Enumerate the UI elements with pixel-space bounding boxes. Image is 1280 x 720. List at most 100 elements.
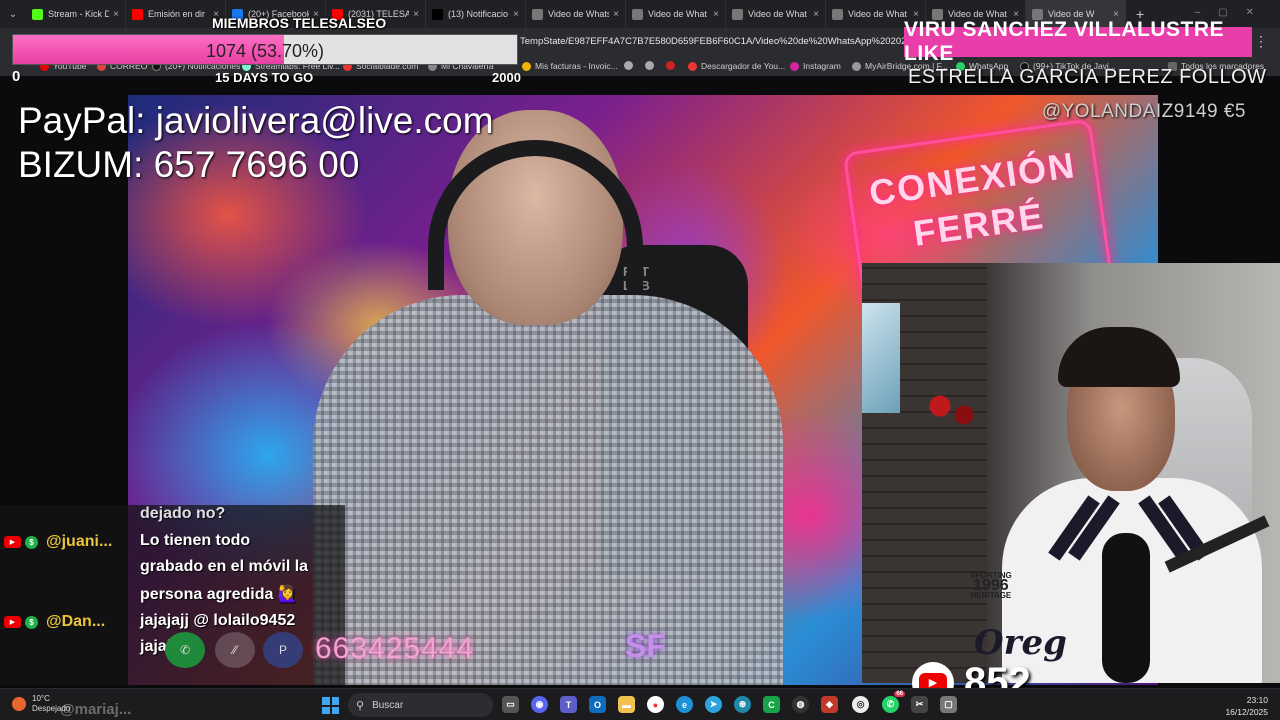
globe-icon <box>645 61 654 70</box>
globe-icon <box>632 8 643 20</box>
monitor <box>862 303 900 413</box>
platform-icon: $ <box>25 615 38 629</box>
globe-icon <box>732 8 743 20</box>
close-icon[interactable]: × <box>813 9 819 20</box>
screen: ⌄ Stream - Kick D × Emisión en dir × (20+) F… <box>0 0 1280 720</box>
cloud-icon <box>852 61 861 71</box>
like-alert: VIRU SANCHEZ VILLALUSTRE LIKE <box>904 18 1252 65</box>
chat-message-line: grabado en el móvil la <box>140 558 309 575</box>
chat-message-line: dejado no? <box>140 505 226 522</box>
windows-start-icon[interactable] <box>322 697 339 714</box>
weather-icon <box>12 697 26 711</box>
whatsapp-taskbar-icon[interactable]: ✆ 66 <box>882 691 905 713</box>
browser-tab[interactable]: Video de What × <box>626 0 726 28</box>
url-text[interactable]: TempState/E987EFF4A7C7B7E580D659FEB6F60C… <box>520 36 929 47</box>
search-icon: ⚲ <box>356 699 365 712</box>
taskbar-search[interactable]: ⚲ Buscar <box>348 693 493 717</box>
webcam-feed: SPORTING 1996 HERITAGE Oreg <box>862 263 1280 683</box>
app-icon[interactable]: ⊛ <box>734 696 751 713</box>
browser-tab[interactable]: Emisión en dir × <box>126 0 226 28</box>
bookmark-descargador[interactable]: Descargador de You... <box>688 61 785 71</box>
teams-icon[interactable]: T <box>560 696 577 713</box>
globe-icon <box>624 61 633 70</box>
goal-days-left: 15 DAYS TO GO <box>215 70 314 85</box>
goal-min: 0 <box>12 68 21 85</box>
bookmark-facturas[interactable]: Mis facturas - Invoic... <box>522 61 618 71</box>
tab-label: Stream - Kick D <box>48 9 110 19</box>
close-icon[interactable]: × <box>613 9 619 20</box>
youtube-icon <box>132 8 143 20</box>
snipping-tool-icon[interactable]: ✂ <box>911 696 928 713</box>
task-view-icon[interactable]: ▭ <box>502 696 519 713</box>
payment-strip: ✆ ⁄⁄ P 663425444 SF <box>160 618 860 678</box>
youtube-icon: ▶ <box>4 536 21 548</box>
close-icon[interactable]: × <box>413 9 419 20</box>
youtube-icon: ▶ <box>4 616 21 628</box>
invoice-icon <box>522 61 531 71</box>
obs-icon[interactable]: ◍ <box>792 696 809 713</box>
globe-icon <box>832 8 843 20</box>
goal-max: 2000 <box>492 70 521 85</box>
notification-badge: 66 <box>894 691 905 697</box>
instagram-icon <box>790 61 799 71</box>
tab-label: Emisión en dir <box>148 9 206 19</box>
phone-number: 663425444 <box>315 632 475 665</box>
microphone <box>1102 533 1150 683</box>
telegram-icon[interactable]: ➤ <box>705 696 722 713</box>
donation-alert: @YOLANDAIZ9149 €5 <box>1041 101 1246 122</box>
app-window-icon[interactable]: ▢ <box>940 696 957 713</box>
close-icon[interactable]: × <box>713 9 719 20</box>
camtasia-icon[interactable]: C <box>763 696 780 713</box>
paypal-icon: P <box>263 632 303 668</box>
bookmark-red[interactable] <box>666 61 679 70</box>
bizum-icon: ⁄⁄ <box>215 632 255 668</box>
chat-message-line: Lo tienen todo <box>140 532 251 549</box>
chat-message-line: persona agredida 🙋‍♀️ <box>140 586 298 603</box>
taskbar: 10°C Despejado @mariaj... ⚲ Buscar ▭ ◉ T… <box>0 688 1280 720</box>
follow-alert: ESTRELLA GARCIA PEREZ FOLLOW <box>908 66 1267 88</box>
sf-logo: SF <box>625 628 666 664</box>
chat-user: ▶ $ @Dan... <box>4 613 105 631</box>
app-red-icon[interactable]: ◆ <box>821 696 838 713</box>
chat-user: ▶ $ @juani... <box>4 533 112 551</box>
close-icon[interactable]: × <box>513 9 519 20</box>
app-circle-icon[interactable]: ◎ <box>852 696 869 713</box>
x-icon <box>432 8 443 20</box>
tab-label: Video de What <box>748 9 807 19</box>
download-icon <box>688 61 697 71</box>
shirt-logo-text: Oreg <box>974 623 1067 663</box>
bookmark-instagram[interactable]: Instagram <box>790 61 841 71</box>
tab-label: Video de What <box>648 9 707 19</box>
globe-icon <box>532 8 543 20</box>
bizum-text: BIZUM: 657 7696 00 <box>18 144 360 185</box>
edge-icon[interactable]: e <box>676 696 693 713</box>
platform-icon: $ <box>25 535 38 549</box>
browser-tab[interactable]: Video de What × <box>726 0 826 28</box>
bookmark-globe-2[interactable] <box>645 61 658 70</box>
shirt-text: SPORTING 1996 HERITAGE <box>970 571 1012 600</box>
tab-label: Video de What <box>848 9 907 19</box>
bookmark-globe-1[interactable] <box>624 61 637 70</box>
browser-tab[interactable]: Video de Whats × <box>526 0 626 28</box>
tab-label: (13) Notificacio <box>448 9 509 19</box>
system-clock[interactable]: 23:10 16/12/2025 <box>1225 694 1268 718</box>
menu-kebab-icon[interactable]: ⋮ <box>1254 33 1268 50</box>
browser-tab[interactable]: Stream - Kick D × <box>26 0 126 28</box>
browser-tab[interactable]: (13) Notificacio × <box>426 0 526 28</box>
goal-progress-text: 1074 (53.70%) <box>205 41 325 61</box>
red-icon <box>666 61 675 70</box>
chrome-icon[interactable]: ● <box>647 696 664 713</box>
kick-icon <box>32 8 43 20</box>
close-icon[interactable]: × <box>113 9 119 20</box>
paypal-text: PayPal: javiolivera@live.com <box>18 100 494 141</box>
window-controls[interactable]: –▢✕ <box>1195 7 1272 18</box>
chat-ghost-user: @mariaj... <box>60 701 132 718</box>
discord-icon[interactable]: ◉ <box>531 696 548 713</box>
whatsapp-icon: ✆ <box>165 632 205 668</box>
streamer-hair <box>1058 327 1180 387</box>
file-explorer-icon[interactable]: ▬ <box>618 696 635 713</box>
goal-progress-bar: 1074 (53.70%) <box>12 34 518 65</box>
tab-search-icon[interactable]: ⌄ <box>0 0 26 28</box>
flowers <box>922 388 982 433</box>
outlook-icon[interactable]: O <box>589 696 606 713</box>
